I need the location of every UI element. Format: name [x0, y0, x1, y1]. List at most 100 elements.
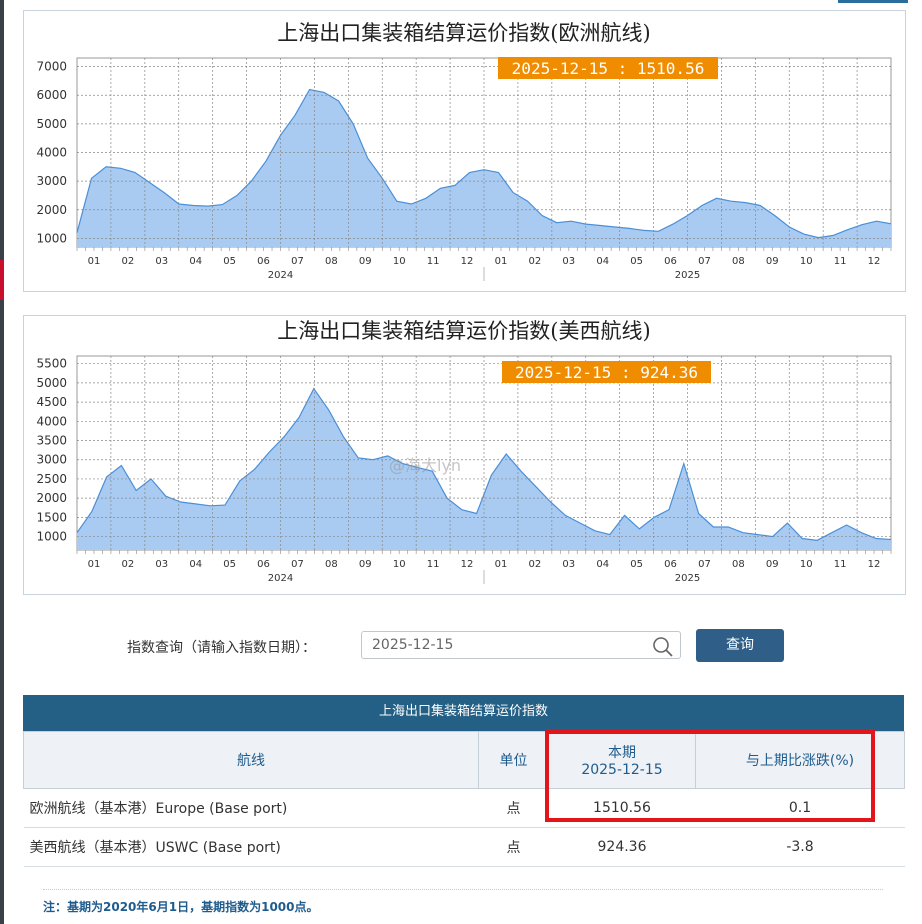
x-tick-label: 04 — [596, 256, 609, 267]
x-tick-label: 09 — [359, 559, 372, 570]
x-tick-label: 12 — [461, 559, 474, 570]
y-tick-label: 6000 — [36, 88, 67, 102]
x-tick-label: 11 — [834, 559, 847, 570]
x-tick-label: 05 — [223, 559, 236, 570]
row-route: 美西航线（基本港）USWC (Base port) — [23, 827, 479, 867]
top-tab-edge — [838, 0, 908, 3]
y-tick-label: 3000 — [36, 453, 67, 467]
x-tick-label: 01 — [495, 256, 508, 267]
y-tick-label: 2000 — [36, 203, 67, 217]
left-edge-marker — [0, 260, 4, 300]
y-tick-label: 4000 — [36, 146, 67, 160]
x-tick-label: 02 — [122, 559, 135, 570]
x-tick-label: 09 — [359, 256, 372, 267]
x-tick-label: 09 — [766, 256, 779, 267]
x-tick-label: 07 — [698, 559, 711, 570]
x-tick-label: 08 — [732, 559, 745, 570]
tooltip-text: 2025-12-15 : 1510.56 — [512, 59, 705, 78]
y-tick-label: 5000 — [36, 376, 67, 390]
x-tick-label: 10 — [393, 256, 406, 267]
y-tick-label: 1000 — [36, 231, 67, 245]
note-divider — [43, 889, 883, 890]
row-value: 924.36 — [548, 827, 696, 867]
y-tick-label: 4000 — [36, 414, 67, 428]
y-tick-label: 2500 — [36, 472, 67, 486]
x-tick-label: 05 — [630, 559, 643, 570]
x-tick-label: 02 — [122, 256, 135, 267]
x-tick-label: 10 — [800, 256, 813, 267]
date-input[interactable]: 2025-12-15 — [361, 631, 681, 659]
watermark: @海大lyn — [389, 456, 462, 475]
x-tick-label: 08 — [325, 256, 338, 267]
year-label: 2025 — [675, 573, 700, 584]
x-tick-label: 04 — [189, 559, 202, 570]
x-tick-label: 01 — [88, 559, 101, 570]
x-tick-label: 02 — [529, 559, 542, 570]
query-button[interactable]: 查询 — [696, 629, 784, 662]
y-tick-label: 7000 — [36, 60, 67, 74]
y-tick-label: 5500 — [36, 357, 67, 371]
uswc-index-chart: 上海出口集装箱结算运价指数(美西航线) 1000 1500 2000 2500 3000 3… — [23, 315, 906, 595]
year-label: 2024 — [268, 573, 293, 584]
uswc-chart-svg: 上海出口集装箱结算运价指数(美西航线) 1000 1500 2000 2500 3000 3… — [36, 319, 892, 584]
x-tick-label: 06 — [664, 559, 677, 570]
x-tick-label: 04 — [189, 256, 202, 267]
col-route: 航线 — [23, 731, 479, 789]
chart-title: 上海出口集装箱结算运价指数(欧洲航线) — [277, 21, 650, 45]
x-tick-label: 12 — [868, 256, 881, 267]
search-icon[interactable] — [650, 635, 676, 657]
x-tick-label: 06 — [257, 256, 270, 267]
row-unit: 点 — [478, 788, 549, 828]
y-tick-label: 1000 — [36, 530, 67, 544]
base-period-note: 注：基期为2020年6月1日，基期指数为1000点。 — [43, 900, 319, 914]
index-query-row: 指数查询（请输入指数日期）： 2025-12-15 查询 — [0, 628, 922, 664]
y-tick-label: 4500 — [36, 395, 67, 409]
query-label: 指数查询（请输入指数日期）： — [127, 640, 316, 656]
year-label: 2025 — [675, 270, 700, 281]
y-tick-label: 3500 — [36, 434, 67, 448]
x-tick-label: 03 — [562, 256, 575, 267]
y-tick-label: 3000 — [36, 174, 67, 188]
x-tick-label: 01 — [88, 256, 101, 267]
table-row: 美西航线（基本港）USWC (Base port) 点 924.36 -3.8 — [23, 827, 905, 867]
y-tick-label: 5000 — [36, 117, 67, 131]
left-edge-strip — [0, 0, 4, 924]
x-tick-label: 12 — [868, 559, 881, 570]
x-tick-label: 05 — [630, 256, 643, 267]
tooltip-text: 2025-12-15 : 924.36 — [515, 363, 698, 382]
x-tick-label: 02 — [529, 256, 542, 267]
y-tick-label: 1500 — [36, 510, 67, 524]
x-tick-label: 07 — [291, 256, 304, 267]
europe-chart-svg: 上海出口集装箱结算运价指数(欧洲航线) 1000 2000 3000 4000 5000 6… — [36, 21, 892, 281]
x-tick-label: 04 — [596, 559, 609, 570]
x-tick-label: 11 — [427, 559, 440, 570]
year-label: 2024 — [268, 270, 293, 281]
x-tick-label: 06 — [664, 256, 677, 267]
x-tick-label: 03 — [155, 559, 168, 570]
highlight-box — [545, 730, 875, 822]
x-tick-label: 08 — [325, 559, 338, 570]
date-input-value: 2025-12-15 — [372, 637, 454, 653]
europe-index-chart: 上海出口集装箱结算运价指数(欧洲航线) 1000 2000 3000 4000 5000 6… — [23, 10, 906, 292]
x-tick-label: 12 — [461, 256, 474, 267]
x-tick-label: 06 — [257, 559, 270, 570]
x-tick-label: 03 — [562, 559, 575, 570]
x-tick-label: 09 — [766, 559, 779, 570]
x-tick-label: 07 — [291, 559, 304, 570]
x-tick-label: 01 — [495, 559, 508, 570]
row-route: 欧洲航线（基本港）Europe (Base port) — [23, 788, 479, 828]
x-tick-label: 11 — [427, 256, 440, 267]
row-unit: 点 — [478, 827, 549, 867]
chart-title: 上海出口集装箱结算运价指数(美西航线) — [277, 319, 650, 343]
table-title: 上海出口集装箱结算运价指数 — [23, 695, 904, 731]
x-tick-label: 08 — [732, 256, 745, 267]
x-tick-label: 07 — [698, 256, 711, 267]
x-tick-label: 05 — [223, 256, 236, 267]
x-tick-label: 10 — [393, 559, 406, 570]
x-tick-label: 10 — [800, 559, 813, 570]
y-tick-label: 2000 — [36, 491, 67, 505]
row-change: -3.8 — [695, 827, 905, 867]
x-tick-label: 03 — [155, 256, 168, 267]
x-tick-label: 11 — [834, 256, 847, 267]
col-unit: 单位 — [478, 731, 549, 789]
